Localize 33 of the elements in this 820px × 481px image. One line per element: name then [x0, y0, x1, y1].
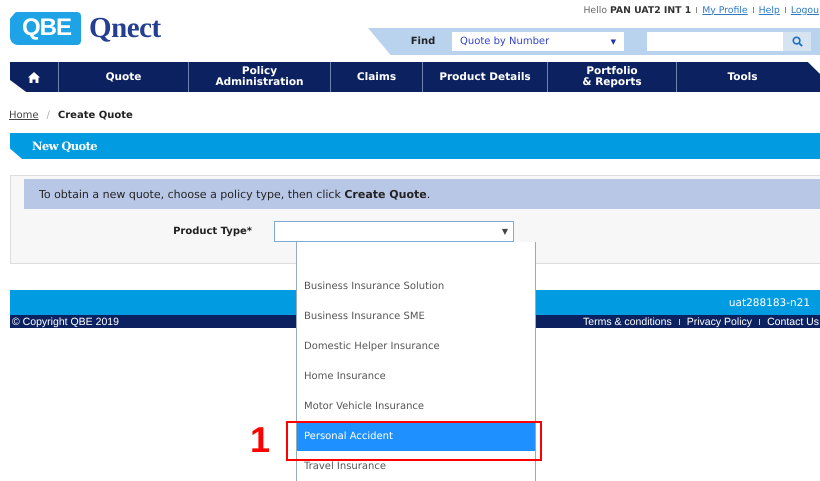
- copyright-text: © Copyright QBE 2019: [12, 316, 119, 328]
- logo-name: Qnect: [89, 12, 161, 45]
- nav-tab[interactable]: Portfolio & Reports: [547, 62, 676, 92]
- dropdown-option[interactable]: Home Insurance: [297, 361, 535, 391]
- header-link[interactable]: My Profile: [702, 4, 748, 16]
- caret-icon: ▼: [502, 227, 508, 236]
- dropdown-option[interactable]: Travel Insurance: [297, 451, 535, 481]
- nav-tab[interactable]: Claims: [330, 62, 422, 92]
- greeting-text: Hello PAN UAT2 INT 1: [583, 4, 692, 16]
- nav-tab[interactable]: Tools: [676, 62, 808, 92]
- instruction-text: To obtain a new quote, choose a policy type, then click Create Quote.: [39, 188, 430, 200]
- logo-mark: QBE: [10, 12, 82, 45]
- footer-link[interactable]: Contact Us: [767, 316, 819, 328]
- nav-tab[interactable]: Policy Administration: [188, 62, 330, 92]
- field-label: Product Type*: [172, 226, 253, 237]
- dropdown-option[interactable]: Business Insurance SME: [297, 301, 535, 331]
- dropdown-option[interactable]: Business Insurance Solution: [297, 271, 535, 301]
- step-number: 1: [250, 420, 270, 460]
- nav-tab[interactable]: Product Details: [422, 62, 547, 92]
- find-label: Find: [410, 36, 436, 47]
- header-link[interactable]: Logou: [790, 4, 819, 16]
- footer-link[interactable]: Terms & conditions: [583, 316, 672, 328]
- section-header: New Quote: [10, 133, 820, 159]
- product-type-select[interactable]: ▼: [274, 221, 514, 242]
- header-link[interactable]: Help: [758, 4, 780, 16]
- version-text: uat288183-n21: [728, 296, 810, 308]
- footer-link[interactable]: Privacy Policy: [686, 316, 752, 328]
- nav-tab[interactable]: Quote: [58, 62, 188, 92]
- breadcrumb-link[interactable]: Home: [9, 110, 39, 121]
- dropdown-option[interactable]: Domestic Helper Insurance: [297, 331, 535, 361]
- breadcrumb-current: Create Quote: [58, 110, 133, 121]
- dropdown-option[interactable]: Motor Vehicle Insurance: [297, 391, 535, 421]
- breadcrumb-separator: /: [46, 110, 50, 121]
